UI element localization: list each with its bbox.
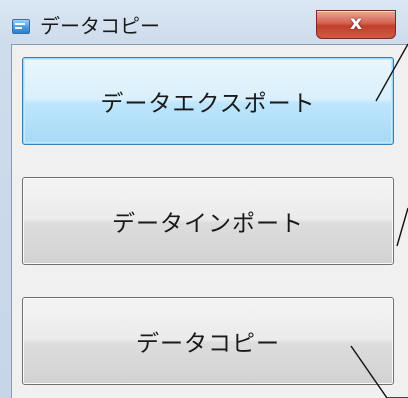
close-button[interactable]: x xyxy=(316,10,396,39)
data-copy-button-label: データコピー xyxy=(136,331,280,357)
window-title: データコピー xyxy=(40,14,160,38)
title-bar[interactable]: データコピー x xyxy=(0,0,408,44)
close-icon: x xyxy=(349,12,363,34)
data-export-button-label: データエクスポート xyxy=(100,91,316,117)
screenshot-stage: データコピー x データエクスポート データインポート データコピー xyxy=(0,0,408,398)
data-import-button-label: データインポート xyxy=(112,211,304,237)
data-import-button[interactable]: データインポート xyxy=(22,177,394,265)
dialog-window: データコピー x データエクスポート データインポート データコピー xyxy=(0,0,408,398)
data-export-button[interactable]: データエクスポート xyxy=(22,57,394,145)
app-icon xyxy=(12,19,30,34)
data-copy-button[interactable]: データコピー xyxy=(22,297,394,385)
